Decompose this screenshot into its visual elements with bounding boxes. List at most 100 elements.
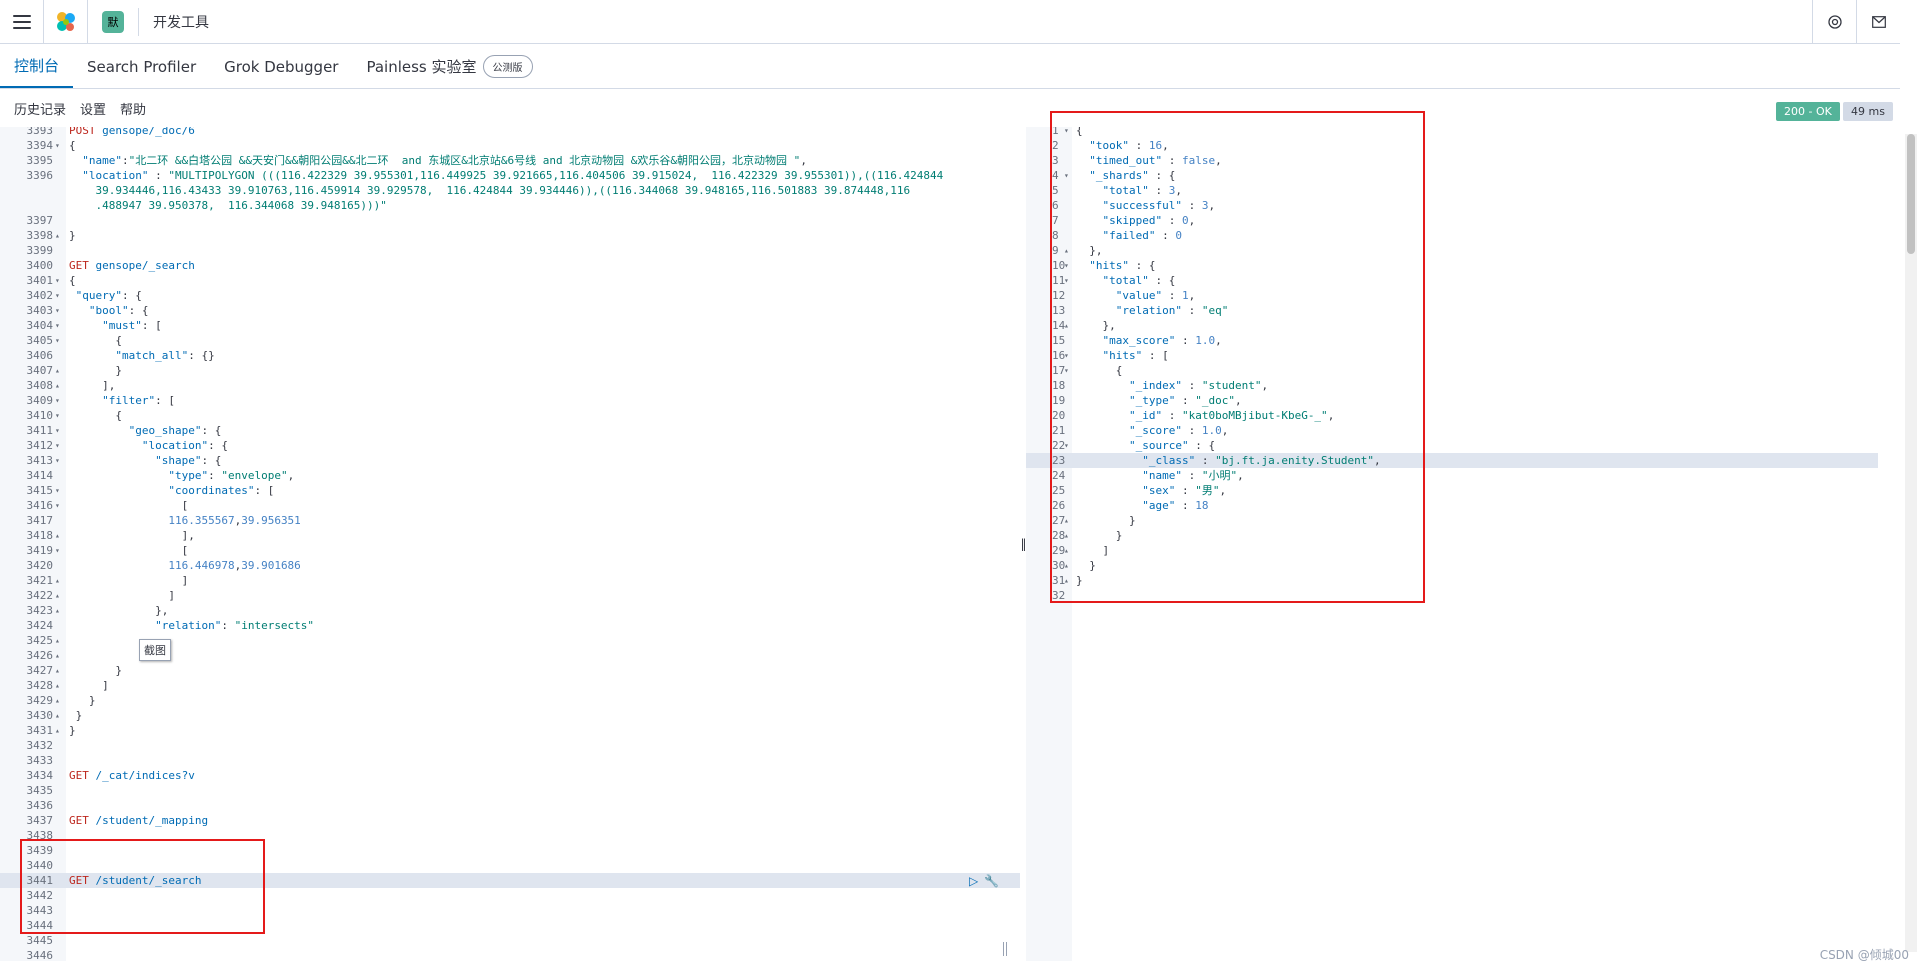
request-line[interactable]: 3434 GET /_cat/indices?v [0, 768, 1020, 783]
help-button[interactable] [1812, 0, 1856, 44]
request-line[interactable]: 3424 "relation": "intersects" [0, 618, 1020, 633]
request-line[interactable]: 3417 116.355567,39.956351 [0, 513, 1020, 528]
fold-toggle-icon[interactable]: ▴ [55, 693, 60, 708]
request-line[interactable]: 3414 "type": "envelope", [0, 468, 1020, 483]
fold-toggle-icon[interactable]: ▴ [1064, 513, 1069, 528]
fold-toggle-icon[interactable]: ▴ [1064, 243, 1069, 258]
request-line[interactable]: 3401 ▾ { [0, 273, 1020, 288]
fold-toggle-icon[interactable]: ▾ [55, 333, 60, 348]
request-editor[interactable]: 3393 POST gensope/_doc/6 3394 ▾{3395 "name"… [0, 127, 1020, 961]
response-line[interactable]: 5 "total" : 3, [1026, 183, 1878, 198]
request-line[interactable]: 3419 ▾ [ [0, 543, 1020, 558]
request-line[interactable]: 3399 [0, 243, 1020, 258]
request-line[interactable]: 3420 116.446978,39.901686 [0, 558, 1020, 573]
fold-toggle-icon[interactable]: ▾ [55, 438, 60, 453]
request-line[interactable]: 3433 [0, 753, 1020, 768]
response-line[interactable]: 32 [1026, 588, 1878, 603]
response-line[interactable]: 10 ▾ "hits" : { [1026, 258, 1878, 273]
fold-toggle-icon[interactable]: ▾ [55, 318, 60, 333]
request-line[interactable]: 3432 [0, 738, 1020, 753]
response-line[interactable]: 15 "max_score" : 1.0, [1026, 333, 1878, 348]
fold-toggle-icon[interactable]: ▴ [55, 678, 60, 693]
response-line[interactable]: 24 "name" : "小明", [1026, 468, 1878, 483]
response-line[interactable]: 21 "_score" : 1.0, [1026, 423, 1878, 438]
response-line[interactable]: 7 "skipped" : 0, [1026, 213, 1878, 228]
fold-toggle-icon[interactable]: ▾ [1064, 363, 1069, 378]
request-line[interactable]: 3442 [0, 888, 1020, 903]
response-line[interactable]: 16 ▾ "hits" : [ [1026, 348, 1878, 363]
request-line[interactable]: 3429 ▴ } [0, 693, 1020, 708]
fold-toggle-icon[interactable]: ▴ [1064, 318, 1069, 333]
response-line[interactable]: 9 ▴ }, [1026, 243, 1878, 258]
response-line[interactable]: 30 ▴ } [1026, 558, 1878, 573]
request-line[interactable]: 3398 ▴} [0, 228, 1020, 243]
fold-toggle-icon[interactable]: ▾ [1064, 127, 1069, 138]
request-line[interactable]: 3418 ▴ ], [0, 528, 1020, 543]
response-line[interactable]: 1 ▾ { [1026, 127, 1878, 138]
response-line[interactable]: 29 ▴ ] [1026, 543, 1878, 558]
settings-link[interactable]: 设置 [80, 99, 106, 118]
request-line[interactable]: 3400 GET gensope/_search [0, 258, 1020, 273]
request-line[interactable]: 39.934446,116.43433 39.910763,116.459914… [0, 183, 1020, 198]
tab-painless-lab[interactable]: Painless 实验室 公测版 [352, 45, 546, 88]
fold-toggle-icon[interactable]: ▴ [55, 603, 60, 618]
history-link[interactable]: 历史记录 [14, 99, 66, 118]
request-line[interactable]: 3393 POST gensope/_doc/6 [0, 127, 1020, 138]
fold-toggle-icon[interactable]: ▴ [55, 648, 60, 663]
fold-toggle-icon[interactable]: ▴ [55, 663, 60, 678]
wrench-icon[interactable]: 🔧 [984, 874, 999, 888]
request-line[interactable]: 3421 ▴ ] [0, 573, 1020, 588]
fold-toggle-icon[interactable]: ▾ [1064, 348, 1069, 363]
fold-toggle-icon[interactable]: ▾ [55, 498, 60, 513]
fold-toggle-icon[interactable]: ▾ [1064, 258, 1069, 273]
fold-toggle-icon[interactable]: ▴ [55, 363, 60, 378]
response-line[interactable]: 23 "_class" : "bj.ft.ja.enity.Student", [1026, 453, 1878, 468]
page-scrollbar[interactable] [1905, 134, 1917, 952]
request-line[interactable]: 3431 ▴} [0, 723, 1020, 738]
response-line[interactable]: 22 ▾ "_source" : { [1026, 438, 1878, 453]
fold-toggle-icon[interactable]: ▴ [55, 708, 60, 723]
request-line[interactable]: 3436 [0, 798, 1020, 813]
request-line[interactable]: 3402 ▾ "query": { [0, 288, 1020, 303]
help-link[interactable]: 帮助 [120, 99, 146, 118]
request-line[interactable]: 3437 GET /student/_mapping [0, 813, 1020, 828]
fold-toggle-icon[interactable]: ▾ [55, 303, 60, 318]
request-line[interactable]: 3410 ▾ { [0, 408, 1020, 423]
mail-button[interactable] [1856, 0, 1900, 44]
request-line[interactable]: 3440 [0, 858, 1020, 873]
request-line[interactable]: 3435 [0, 783, 1020, 798]
request-line[interactable]: 3445 [0, 933, 1020, 948]
request-line[interactable]: 3416 ▾ [ [0, 498, 1020, 513]
request-line[interactable]: 3409 ▾ "filter": [ [0, 393, 1020, 408]
fold-toggle-icon[interactable]: ▴ [55, 573, 60, 588]
response-line[interactable]: 19 "_type" : "_doc", [1026, 393, 1878, 408]
response-line[interactable]: 8 "failed" : 0 [1026, 228, 1878, 243]
fold-toggle-icon[interactable]: ▾ [1064, 438, 1069, 453]
request-line[interactable]: 3397 [0, 213, 1020, 228]
request-line[interactable]: 3439 [0, 843, 1020, 858]
request-line[interactable]: 3404 ▾ "must": [ [0, 318, 1020, 333]
request-line[interactable]: 3415 ▾ "coordinates": [ [0, 483, 1020, 498]
fold-toggle-icon[interactable]: ▴ [55, 228, 60, 243]
fold-toggle-icon[interactable]: ▾ [55, 408, 60, 423]
fold-toggle-icon[interactable]: ▾ [55, 393, 60, 408]
request-line[interactable]: 3423 ▴ }, [0, 603, 1020, 618]
request-line[interactable]: 3430 ▴ } [0, 708, 1020, 723]
response-line[interactable]: 11 ▾ "total" : { [1026, 273, 1878, 288]
request-line[interactable]: 3428 ▴ ] [0, 678, 1020, 693]
response-line[interactable]: 4 ▾ "_shards" : { [1026, 168, 1878, 183]
request-line[interactable]: 3394 ▾ { [0, 138, 1020, 153]
fold-toggle-icon[interactable]: ▴ [55, 528, 60, 543]
fold-toggle-icon[interactable]: ▴ [55, 633, 60, 648]
tab-search-profiler[interactable]: Search Profiler [73, 45, 210, 88]
request-line[interactable]: 3443 [0, 903, 1020, 918]
request-line[interactable]: 3408 ▴ ], [0, 378, 1020, 393]
fold-toggle-icon[interactable]: ▴ [55, 588, 60, 603]
response-line[interactable]: 20 "_id" : "kat0boMBjibut-KbeG-_", [1026, 408, 1878, 423]
response-line[interactable]: 27 ▴ } [1026, 513, 1878, 528]
fold-toggle-icon[interactable]: ▴ [55, 723, 60, 738]
response-line[interactable]: 17 ▾ { [1026, 363, 1878, 378]
response-line[interactable]: 28 ▴ } [1026, 528, 1878, 543]
request-line[interactable]: 3422 ▴ ] [0, 588, 1020, 603]
request-line[interactable]: .488947 39.950378, 116.344068 39.948165)… [0, 198, 1020, 213]
